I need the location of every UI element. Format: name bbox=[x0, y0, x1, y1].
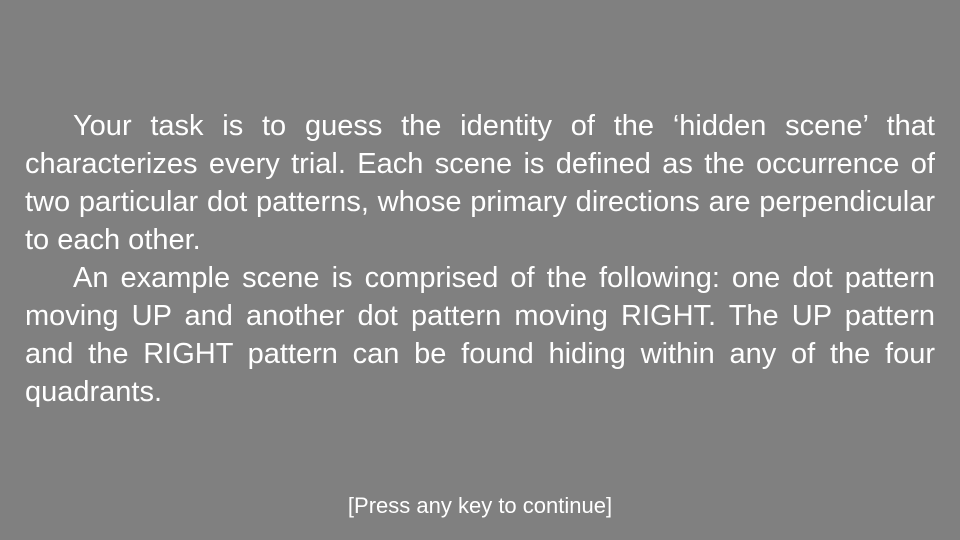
continue-prompt: [Press any key to continue] bbox=[347, 493, 613, 518]
instruction-screen[interactable]: Your task is to guess the identity of th… bbox=[0, 0, 960, 540]
instructions-text-block: Your task is to guess the identity of th… bbox=[25, 107, 935, 411]
instructions-paragraph-1: Your task is to guess the identity of th… bbox=[25, 110, 935, 256]
instructions-paragraph-2: An example scene is comprised of the fol… bbox=[25, 262, 935, 408]
